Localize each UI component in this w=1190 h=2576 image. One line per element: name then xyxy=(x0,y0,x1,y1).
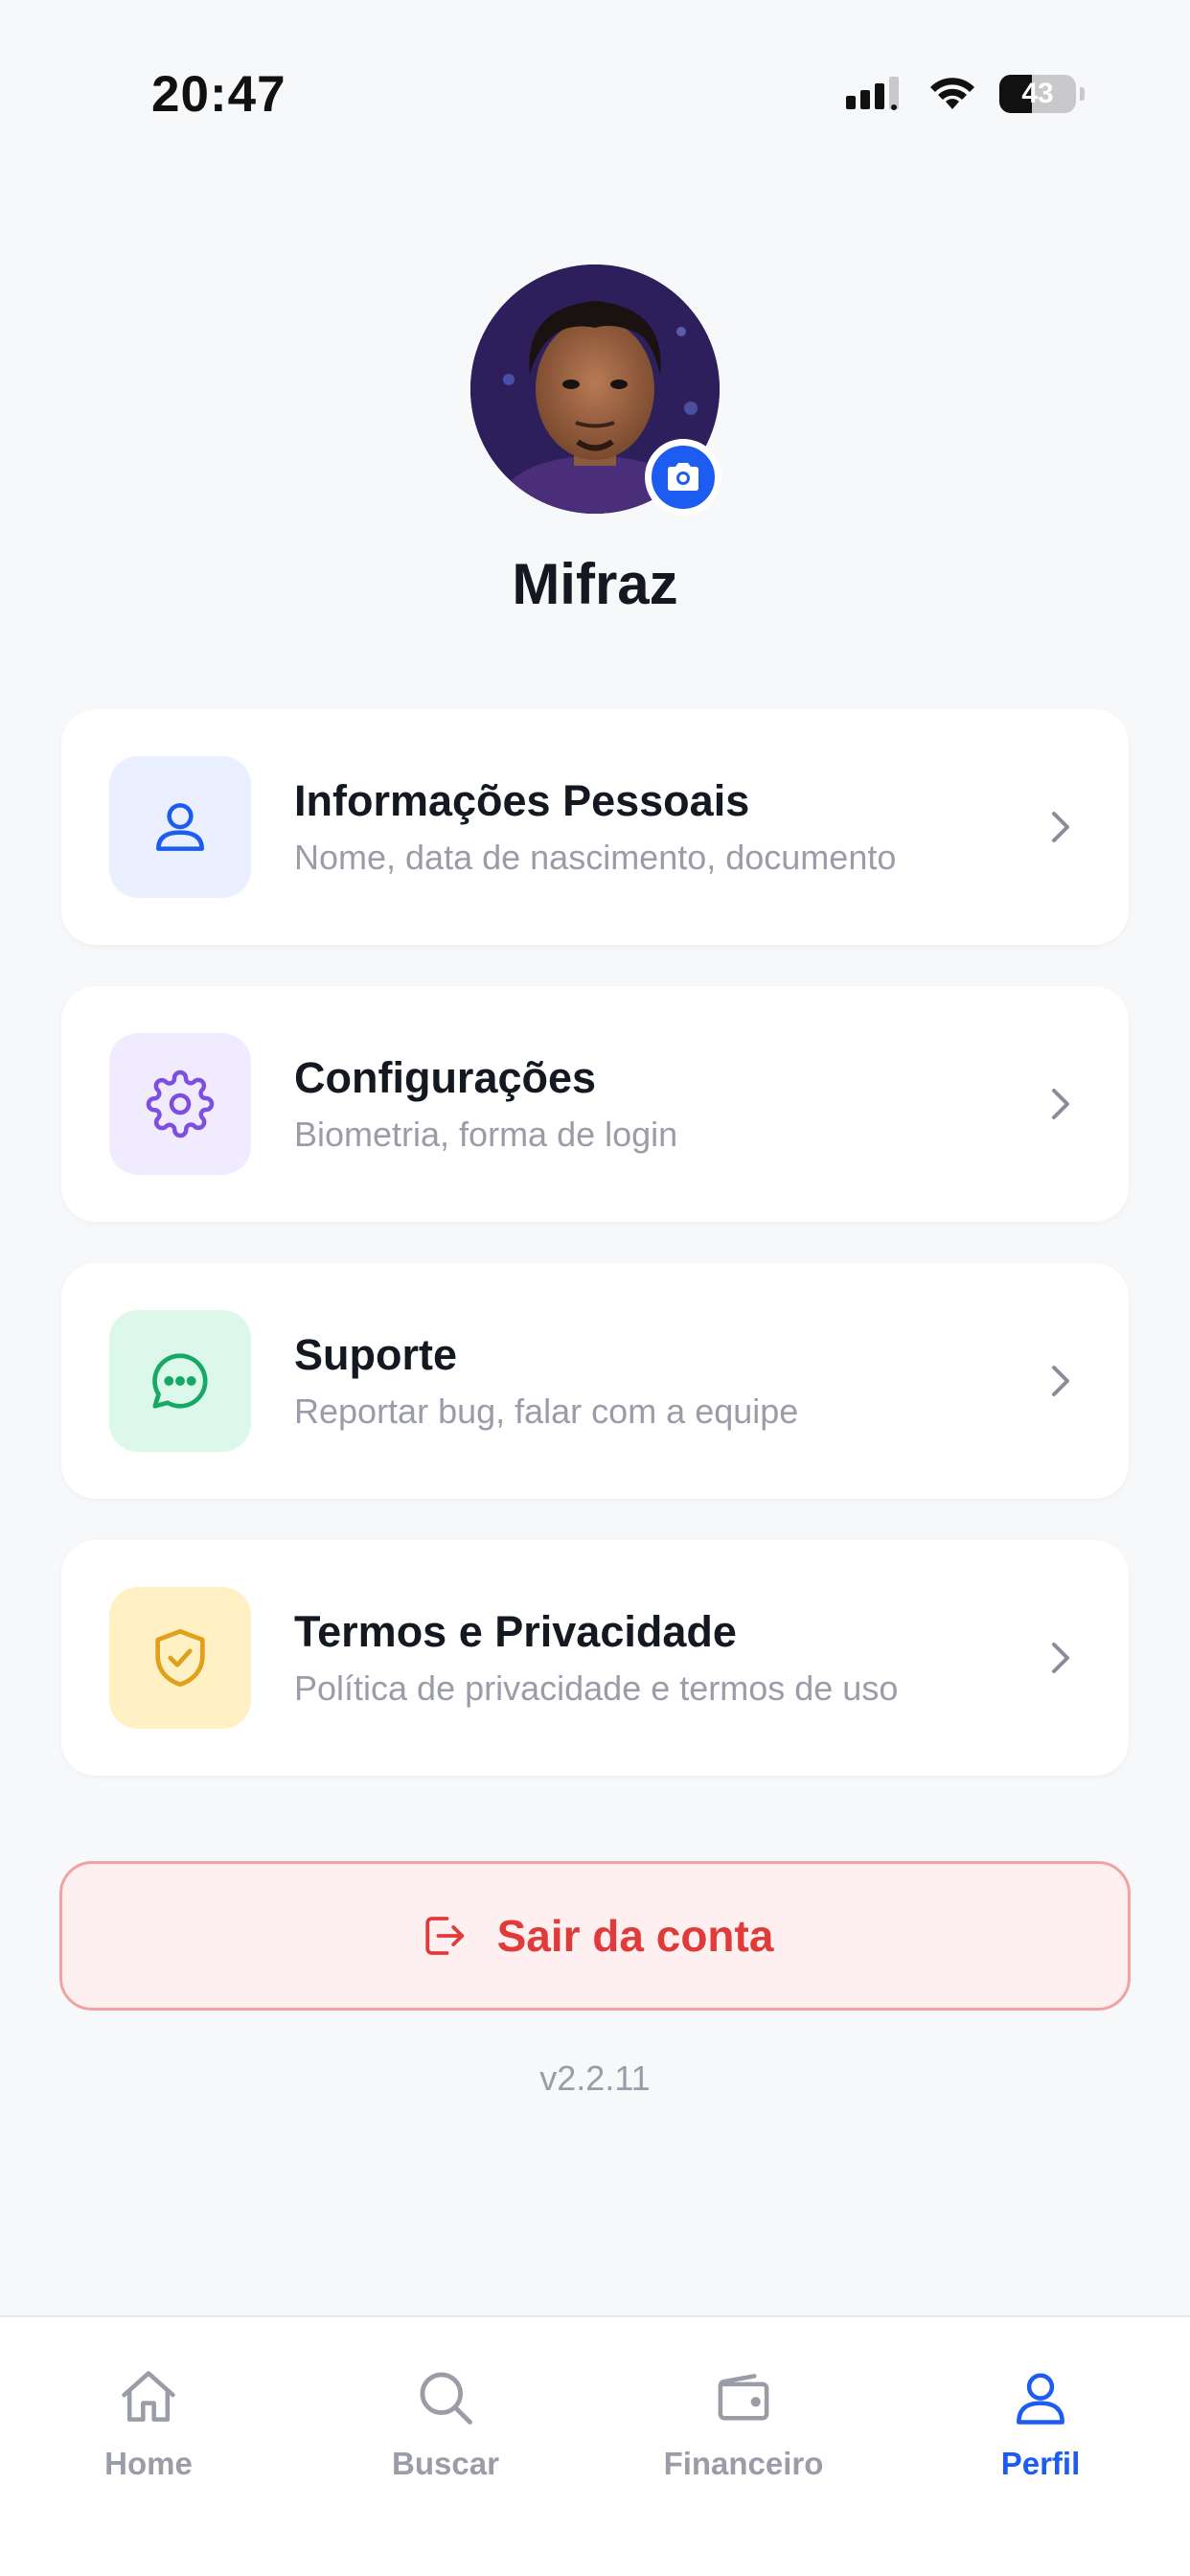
camera-icon xyxy=(668,463,698,491)
gear-icon xyxy=(146,1070,215,1138)
status-bar: 20:47 43 xyxy=(0,0,1190,192)
tab-label: Home xyxy=(104,2446,193,2481)
cellular-signal-icon xyxy=(846,77,899,110)
chevron-right-icon xyxy=(1052,1643,1069,1673)
wallet-icon xyxy=(718,2374,769,2421)
menu-item-support[interactable]: Suporte Reportar bug, falar com a equipe xyxy=(61,1263,1129,1499)
menu-item-title: Informações Pessoais xyxy=(294,776,750,825)
menu-item-title: Configurações xyxy=(294,1053,597,1102)
menu-icon-box xyxy=(109,1310,251,1452)
tab-bar: Home Buscar Financeiro Perfil xyxy=(0,2315,1190,2576)
menu-item-subtitle: Política de privacidade e termos de uso xyxy=(294,1668,899,1708)
menu-icon-box xyxy=(109,1033,251,1175)
profile-screen: 20:47 43 Mifraz Informações Pessoais Nom… xyxy=(0,0,1190,2576)
app-version: v2.2.11 xyxy=(539,2058,651,2098)
menu-item-settings[interactable]: Configurações Biometria, forma de login xyxy=(61,986,1129,1222)
tab-perfil[interactable]: Perfil xyxy=(930,2365,1151,2482)
menu-item-title: Suporte xyxy=(294,1330,458,1379)
logout-icon xyxy=(424,1917,464,1955)
battery-tip xyxy=(1080,87,1085,101)
menu-text: Suporte Reportar bug, falar com a equipe xyxy=(294,1330,798,1432)
menu-item-personal-info[interactable]: Informações Pessoais Nome, data de nasci… xyxy=(61,709,1129,945)
profile-name: Mifraz xyxy=(512,552,678,616)
menu-item-terms-privacy[interactable]: Termos e Privacidade Política de privaci… xyxy=(61,1540,1129,1776)
menu-item-title: Termos e Privacidade xyxy=(294,1607,737,1656)
menu-text: Informações Pessoais Nome, data de nasci… xyxy=(294,776,896,878)
menu-list: Informações Pessoais Nome, data de nasci… xyxy=(61,709,1129,1817)
tab-label: Financeiro xyxy=(663,2446,824,2481)
battery-icon: 43 xyxy=(999,75,1076,113)
logout-label: Sair da conta xyxy=(496,1911,774,1961)
tab-home[interactable]: Home xyxy=(38,2365,259,2482)
chevron-right-icon xyxy=(1052,1089,1069,1119)
user-icon xyxy=(1017,2373,1064,2425)
menu-icon-box xyxy=(109,1587,251,1729)
chat-icon xyxy=(152,1353,208,1409)
camera-button[interactable] xyxy=(645,439,721,516)
status-icons: 43 xyxy=(846,75,1085,113)
tab-financeiro[interactable]: Financeiro xyxy=(633,2365,854,2482)
menu-item-subtitle: Nome, data de nascimento, documento xyxy=(294,838,897,877)
shield-check-icon xyxy=(155,1628,205,1688)
chevron-right-icon xyxy=(1052,1366,1069,1396)
tab-label: Perfil xyxy=(1000,2446,1081,2481)
menu-text: Configurações Biometria, forma de login xyxy=(294,1053,677,1155)
status-time: 20:47 xyxy=(151,66,286,123)
menu-text: Termos e Privacidade Política de privaci… xyxy=(294,1607,898,1709)
user-icon xyxy=(156,803,204,851)
menu-item-subtitle: Reportar bug, falar com a equipe xyxy=(294,1392,799,1431)
avatar-container[interactable] xyxy=(470,264,721,516)
search-icon xyxy=(420,2372,472,2425)
tab-search[interactable]: Buscar xyxy=(335,2365,556,2482)
home-icon xyxy=(122,2371,175,2422)
wifi-icon xyxy=(930,78,974,109)
chevron-right-icon xyxy=(1052,812,1069,842)
menu-item-subtitle: Biometria, forma de login xyxy=(294,1115,678,1154)
menu-icon-box xyxy=(109,756,251,898)
battery-level: 43 xyxy=(1021,78,1054,109)
tab-label: Buscar xyxy=(392,2446,499,2481)
logout-button[interactable]: Sair da conta xyxy=(59,1861,1131,2011)
